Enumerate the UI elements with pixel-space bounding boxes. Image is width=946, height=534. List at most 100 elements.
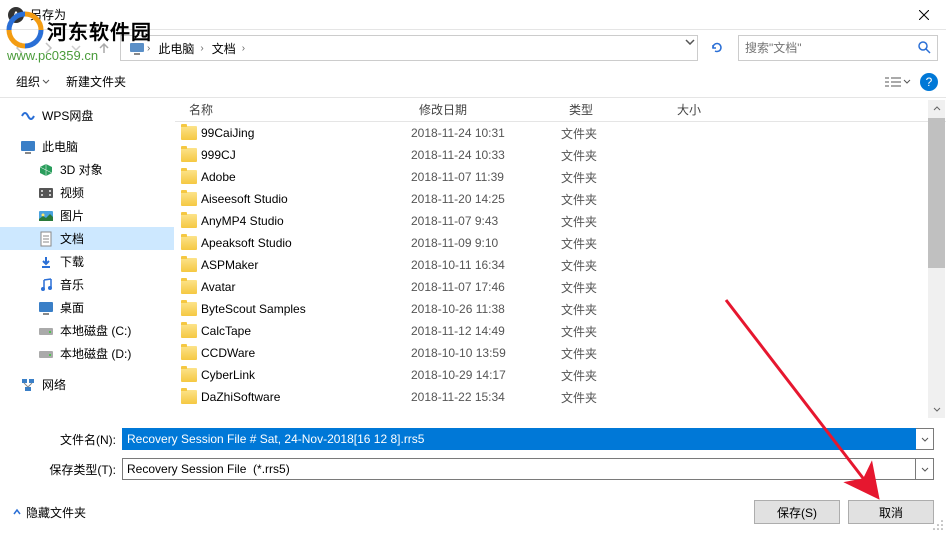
col-type[interactable]: 类型: [561, 101, 669, 118]
file-name: Avatar: [201, 280, 235, 294]
sidebar-item-wps[interactable]: WPS网盘: [0, 104, 174, 127]
sidebar-item-label: 桌面: [60, 299, 84, 316]
file-row[interactable]: AnyMP4 Studio2018-11-07 9:43文件夹: [181, 210, 946, 232]
breadcrumb-seg-docs[interactable]: 文档›: [208, 40, 249, 57]
folder-icon: [181, 346, 197, 360]
file-name: AnyMP4 Studio: [201, 214, 284, 228]
file-type: 文件夹: [561, 235, 669, 252]
file-row[interactable]: Apeaksoft Studio 2018-11-09 9:10文件夹: [181, 232, 946, 254]
back-button[interactable]: [8, 36, 32, 60]
nav-bar: › 此电脑› 文档›: [0, 30, 946, 66]
forward-button[interactable]: [36, 36, 60, 60]
file-row[interactable]: CyberLink2018-10-29 14:17文件夹: [181, 364, 946, 386]
sidebar-item-video[interactable]: 视频: [0, 181, 174, 204]
disk-icon: [38, 323, 54, 339]
resize-grip[interactable]: [932, 519, 944, 531]
breadcrumb-root[interactable]: ›: [125, 41, 154, 55]
save-button[interactable]: 保存(S): [754, 500, 840, 524]
col-size[interactable]: 大小: [669, 101, 729, 118]
refresh-button[interactable]: [706, 37, 728, 59]
scroll-up-button[interactable]: [928, 100, 945, 117]
sidebar-item-disk[interactable]: 本地磁盘 (D:): [0, 342, 174, 365]
sidebar-item-label: 本地磁盘 (D:): [60, 345, 131, 362]
sidebar-item-pic[interactable]: 图片: [0, 204, 174, 227]
folder-icon: [181, 390, 197, 404]
folder-icon: [181, 148, 197, 162]
folder-icon: [181, 258, 197, 272]
sidebar-item-disk[interactable]: 本地磁盘 (C:): [0, 319, 174, 342]
main-area: WPS网盘此电脑3D 对象视频图片文档下载音乐桌面本地磁盘 (C:) 本地磁盘 (…: [0, 98, 946, 418]
chevron-down-icon[interactable]: [685, 39, 695, 45]
button-row: 隐藏文件夹 保存(S) 取消: [0, 496, 946, 534]
file-row[interactable]: Adobe2018-11-07 11:39文件夹: [181, 166, 946, 188]
view-button[interactable]: [882, 71, 914, 93]
filename-row: 文件名(N):: [12, 428, 934, 450]
folder-icon: [181, 280, 197, 294]
file-date: 2018-11-12 14:49: [411, 324, 561, 338]
titlebar: 另存为: [0, 0, 946, 30]
file-date: 2018-11-07 11:39: [411, 170, 561, 184]
file-date: 2018-11-09 9:10: [411, 236, 561, 250]
file-name: CyberLink: [201, 368, 255, 382]
close-icon: [919, 10, 929, 20]
up-button[interactable]: [92, 36, 116, 60]
window-title: 另存为: [30, 6, 66, 23]
organize-menu[interactable]: 组织: [8, 69, 58, 94]
breadcrumb[interactable]: › 此电脑› 文档›: [120, 35, 698, 61]
view-icon: [885, 76, 901, 88]
file-name: ASPMaker: [201, 258, 258, 272]
search-icon[interactable]: [917, 40, 931, 57]
col-date[interactable]: 修改日期: [411, 101, 561, 118]
filename-input[interactable]: [122, 428, 916, 450]
file-date: 2018-11-20 14:25: [411, 192, 561, 206]
filetype-input[interactable]: [122, 458, 916, 480]
folder-icon: [181, 302, 197, 316]
file-row[interactable]: ASPMaker2018-10-11 16:34文件夹: [181, 254, 946, 276]
doc-icon: [38, 231, 54, 247]
sidebar-item-3d[interactable]: 3D 对象: [0, 158, 174, 181]
filetype-row: 保存类型(T):: [12, 458, 934, 480]
sidebar-item-download[interactable]: 下载: [0, 250, 174, 273]
file-row[interactable]: ByteScout Samples2018-10-26 11:38文件夹: [181, 298, 946, 320]
folder-icon: [181, 192, 197, 206]
file-row[interactable]: Avatar2018-11-07 17:46文件夹: [181, 276, 946, 298]
search-input[interactable]: [745, 41, 917, 55]
file-name: Apeaksoft Studio: [201, 236, 292, 250]
scroll-down-button[interactable]: [928, 401, 945, 418]
file-row[interactable]: DaZhiSoftware2018-11-22 15:34文件夹: [181, 386, 946, 408]
sidebar-item-desktop[interactable]: 桌面: [0, 296, 174, 319]
recent-button[interactable]: [64, 36, 88, 60]
file-row[interactable]: 99CaiJing2018-11-24 10:31文件夹: [181, 122, 946, 144]
sidebar-item-label: 音乐: [60, 276, 84, 293]
col-name[interactable]: 名称: [181, 101, 411, 118]
file-type: 文件夹: [561, 169, 669, 186]
sidebar-item-pc[interactable]: 此电脑: [0, 135, 174, 158]
breadcrumb-seg-pc[interactable]: 此电脑›: [154, 40, 207, 57]
download-icon: [38, 254, 54, 270]
file-list: 99CaiJing2018-11-24 10:31文件夹999CJ2018-11…: [175, 122, 946, 418]
sidebar-item-network[interactable]: 网络: [0, 373, 174, 396]
scrollbar-thumb[interactable]: [928, 118, 945, 268]
scrollbar-vertical[interactable]: [928, 100, 945, 418]
close-button[interactable]: [901, 0, 946, 30]
filename-dropdown[interactable]: [916, 428, 934, 450]
file-date: 2018-11-22 15:34: [411, 390, 561, 404]
file-name: ByteScout Samples: [201, 302, 306, 316]
file-row[interactable]: 999CJ2018-11-24 10:33文件夹: [181, 144, 946, 166]
filetype-dropdown[interactable]: [916, 458, 934, 480]
file-row[interactable]: Aiseesoft Studio2018-11-20 14:25文件夹: [181, 188, 946, 210]
network-icon: [20, 377, 36, 393]
cancel-button[interactable]: 取消: [848, 500, 934, 524]
search-box[interactable]: [738, 35, 938, 61]
sidebar-item-doc[interactable]: 文档: [0, 227, 174, 250]
hide-folders-toggle[interactable]: 隐藏文件夹: [12, 504, 86, 521]
file-row[interactable]: CCDWare2018-10-10 13:59文件夹: [181, 342, 946, 364]
window-controls: [901, 0, 946, 30]
arrow-left-icon: [13, 41, 27, 55]
sidebar: WPS网盘此电脑3D 对象视频图片文档下载音乐桌面本地磁盘 (C:) 本地磁盘 (…: [0, 98, 175, 418]
help-button[interactable]: ?: [920, 73, 938, 91]
sidebar-item-music[interactable]: 音乐: [0, 273, 174, 296]
file-row[interactable]: CalcTape2018-11-12 14:49文件夹: [181, 320, 946, 342]
new-folder-button[interactable]: 新建文件夹: [58, 69, 134, 94]
dropdown-icon: [42, 79, 50, 84]
